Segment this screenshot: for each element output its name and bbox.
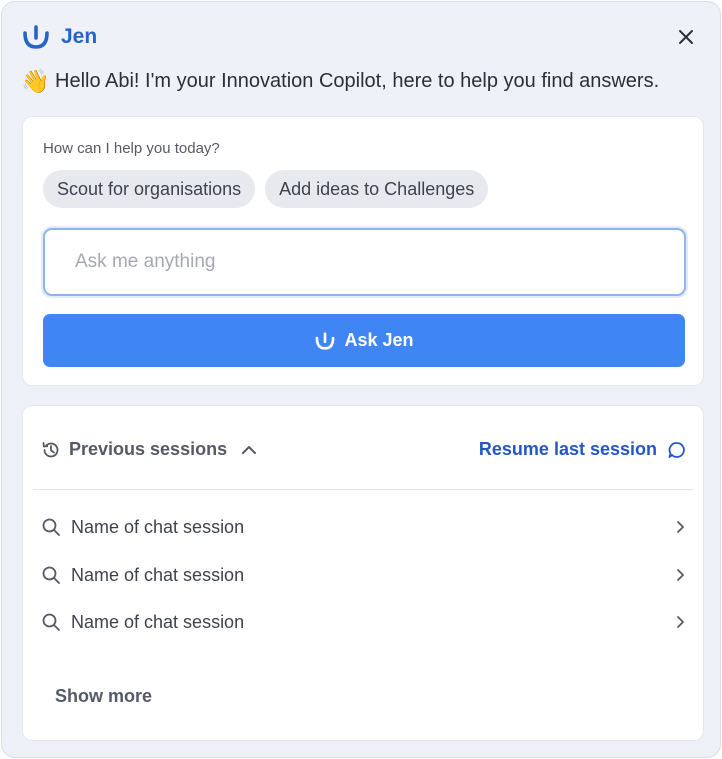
session-row[interactable]: Name of chat session [41, 604, 687, 640]
greeting-text: Hello Abi! I'm your Innovation Copilot, … [55, 70, 660, 92]
chevron-up-icon [241, 442, 257, 458]
session-name: Name of chat session [71, 611, 245, 632]
session-row[interactable]: Name of chat session [41, 509, 687, 545]
jen-logo-icon [21, 22, 51, 52]
ask-jen-button[interactable]: Ask Jen [43, 314, 685, 367]
resume-last-session-link[interactable]: Resume last session [479, 439, 687, 460]
panel-header: Jen [21, 20, 703, 54]
previous-sessions-label: Previous sessions [69, 439, 228, 459]
resume-last-session-label: Resume last session [478, 439, 657, 459]
sessions-header: Previous sessions Resume last session [23, 406, 703, 490]
chevron-right-icon [673, 568, 687, 582]
help-card: How can I help you today? Scout for orga… [22, 116, 704, 386]
chip-scout-organisations[interactable]: Scout for organisations [43, 170, 256, 208]
chevron-right-icon [673, 520, 687, 534]
search-icon [41, 565, 61, 585]
history-icon [41, 440, 61, 460]
suggestion-chips: Scout for organisations Add ideas to Cha… [43, 170, 489, 208]
search-icon [41, 612, 61, 632]
close-button[interactable] [673, 24, 699, 50]
brand-name: Jen [61, 25, 98, 48]
previous-sessions-toggle[interactable]: Previous sessions [41, 439, 257, 460]
waving-hand-icon: 👋 [21, 68, 50, 94]
chat-bubble-icon [667, 440, 687, 460]
chevron-right-icon [673, 615, 687, 629]
session-name: Name of chat session [71, 564, 245, 585]
show-more-button[interactable]: Show more [55, 686, 152, 707]
greeting: 👋 Hello Abi! I'm your Innovation Copilot… [21, 68, 659, 95]
session-name: Name of chat session [71, 516, 245, 537]
search-icon [41, 517, 61, 537]
session-row[interactable]: Name of chat session [41, 557, 687, 593]
close-icon [678, 29, 694, 45]
help-prompt: How can I help you today? [43, 140, 220, 157]
ask-jen-label: Ask Jen [344, 330, 414, 350]
copilot-panel: Jen 👋 Hello Abi! I'm your Innovation Cop… [1, 1, 721, 758]
divider [33, 489, 693, 490]
chip-add-ideas-challenges[interactable]: Add ideas to Challenges [265, 170, 489, 208]
ask-input[interactable]: Ask me anything [43, 228, 686, 296]
jen-logo-icon [314, 330, 336, 352]
sessions-card: Previous sessions Resume last session Na… [22, 405, 704, 741]
